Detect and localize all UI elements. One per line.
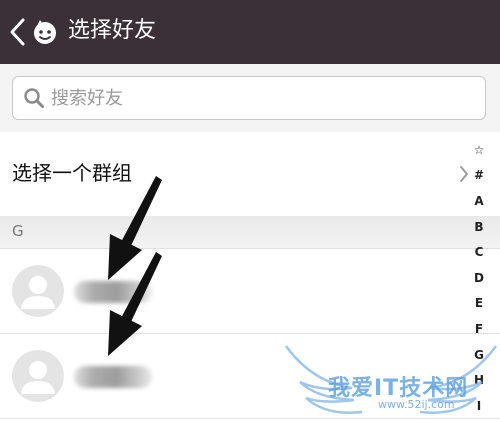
index-letter-h[interactable]: H xyxy=(464,372,494,388)
search-box[interactable] xyxy=(12,76,486,120)
alphabet-index-bar[interactable]: ☆ # A B C D E F G H I xyxy=(464,140,494,421)
index-letter-d[interactable]: D xyxy=(464,270,494,286)
index-letter-e[interactable]: E xyxy=(464,295,494,311)
section-header: G xyxy=(0,216,500,249)
contact-row[interactable] xyxy=(0,334,500,419)
index-letter-star[interactable]: ☆ xyxy=(464,142,494,158)
section-header-letter: G xyxy=(12,222,24,240)
index-letter-b[interactable]: B xyxy=(464,219,494,235)
default-avatar-icon xyxy=(12,350,64,402)
app-logo-icon xyxy=(34,20,56,44)
index-letter-hash[interactable]: # xyxy=(464,167,494,183)
index-letter-a[interactable]: A xyxy=(464,193,494,209)
search-input[interactable] xyxy=(51,87,451,109)
contact-row[interactable] xyxy=(0,249,500,334)
select-group-row[interactable]: 选择一个群组 xyxy=(0,132,500,216)
select-group-label: 选择一个群组 xyxy=(12,161,132,185)
index-letter-c[interactable]: C xyxy=(464,244,494,260)
index-letter-f[interactable]: F xyxy=(464,321,494,337)
contact-name-blurred xyxy=(74,281,152,303)
title-bar: 选择好友 xyxy=(0,0,500,64)
back-arrow-icon[interactable] xyxy=(8,16,28,48)
search-icon xyxy=(24,88,44,108)
search-area xyxy=(0,64,500,132)
contact-name-blurred xyxy=(74,366,152,388)
index-letter-i[interactable]: I xyxy=(464,398,494,414)
page-title: 选择好友 xyxy=(68,18,157,43)
default-avatar-icon xyxy=(12,265,64,317)
index-letter-g[interactable]: G xyxy=(464,347,494,363)
